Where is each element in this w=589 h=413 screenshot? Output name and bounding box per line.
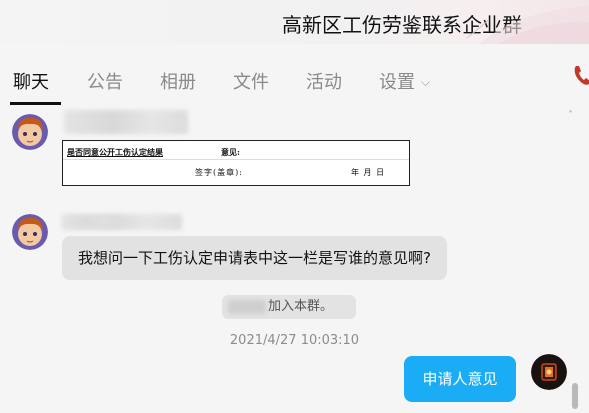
title-bar-decoration bbox=[466, 6, 589, 44]
tab-settings[interactable]: 设置 ⌵ bbox=[379, 68, 430, 94]
member-name-masked bbox=[228, 300, 266, 314]
doc-sign-label: 签字(盖章): bbox=[195, 168, 243, 177]
chat-area: ˄ 是否同意公开工伤认定结果 意见: 签字(盖章): 年 月 日 我想问一下工伤… bbox=[0, 106, 589, 413]
sender-name-masked bbox=[64, 110, 188, 134]
tab-announcements[interactable]: 公告 bbox=[87, 68, 123, 94]
message-timestamp: 2021/4/27 10:03:10 bbox=[229, 333, 360, 348]
tab-files[interactable]: 文件 bbox=[233, 68, 269, 94]
doc-result-label: 是否同意公开工伤认定结果 bbox=[67, 147, 163, 157]
scrollbar-thumb[interactable] bbox=[572, 383, 578, 409]
incoming-message-bubble[interactable]: 我想问一下工伤认定申请表中这一栏是写谁的意见啊? bbox=[62, 236, 447, 280]
active-tab-indicator bbox=[10, 102, 61, 105]
outgoing-message-bubble[interactable]: 申请人意见 bbox=[404, 356, 516, 402]
phone-icon[interactable] bbox=[572, 62, 589, 88]
doc-opinion-label: 意见: bbox=[221, 147, 240, 157]
chevron-down-icon: ⌵ bbox=[421, 75, 431, 89]
tab-chat[interactable]: 聊天 bbox=[13, 68, 49, 94]
sender-name-masked bbox=[62, 216, 122, 228]
my-avatar[interactable] bbox=[531, 354, 567, 390]
system-join-text: 加入本群。 bbox=[268, 299, 334, 314]
doc-date-label: 年 月 日 bbox=[351, 168, 386, 177]
doc-divider bbox=[63, 159, 409, 160]
tab-album[interactable]: 相册 bbox=[160, 68, 196, 94]
avatar[interactable] bbox=[12, 214, 48, 250]
scroll-up-arrow-icon[interactable]: ˄ bbox=[568, 110, 573, 121]
system-join-notice: 加入本群。 bbox=[222, 295, 356, 319]
image-message[interactable]: 是否同意公开工伤认定结果 意见: 签字(盖章): 年 月 日 bbox=[62, 140, 410, 186]
tab-bar: 聊天 公告 相册 文件 活动 设置 ⌵ bbox=[0, 44, 589, 106]
avatar[interactable] bbox=[12, 114, 48, 150]
tab-activities[interactable]: 活动 bbox=[306, 68, 342, 94]
tab-settings-label: 设置 bbox=[379, 72, 415, 93]
title-bar: 高新区工伤劳鉴联系企业群 bbox=[0, 0, 589, 44]
